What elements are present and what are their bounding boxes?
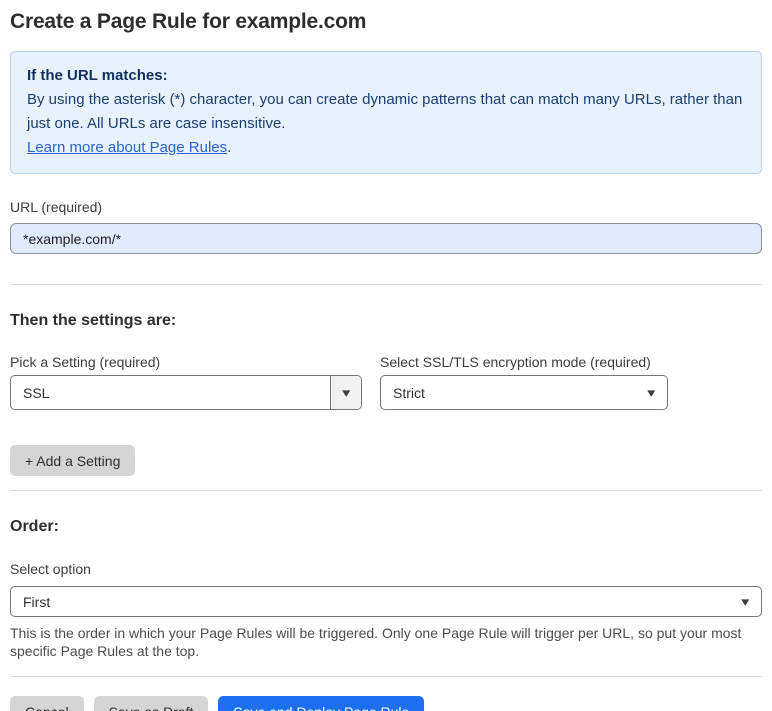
info-box-body: By using the asterisk (*) character, you… [27, 91, 743, 132]
link-suffix: . [227, 139, 232, 156]
ssl-mode-column: Select SSL/TLS encryption mode (required… [380, 330, 668, 410]
settings-row: Pick a Setting (required) SSL ▾ Select S… [10, 330, 762, 410]
ssl-mode-dropdown[interactable]: Strict ▾ [380, 375, 668, 410]
setting-picker-dropdown[interactable]: SSL ▾ [10, 375, 362, 410]
order-section-heading: Order: [10, 518, 59, 535]
order-dropdown[interactable]: First ▾ [10, 586, 762, 617]
chevron-down-icon: ▾ [341, 385, 351, 400]
order-value: First [23, 593, 51, 610]
order-help-text: This is the order in which your Page Rul… [10, 625, 742, 659]
save-and-deploy-button[interactable]: Save and Deploy Page Rule [218, 696, 425, 711]
setting-picker-value: SSL [23, 384, 50, 401]
ssl-mode-label: Select SSL/TLS encryption mode (required… [380, 354, 651, 370]
add-setting-button[interactable]: + Add a Setting [10, 445, 136, 476]
ssl-mode-value: Strict [393, 384, 425, 401]
divider [10, 284, 762, 285]
info-box-heading: If the URL matches: [27, 67, 168, 84]
info-link-line: Learn more about Page Rules. [27, 136, 745, 160]
url-input[interactable] [10, 223, 762, 254]
page-title: Create a Page Rule for example.com [10, 10, 367, 33]
setting-picker-label: Pick a Setting (required) [10, 354, 161, 370]
save-as-draft-button[interactable]: Save as Draft [93, 696, 209, 711]
dropdown-arrow-box: ▾ [330, 376, 361, 409]
cancel-button[interactable]: Cancel [10, 696, 84, 711]
chevron-down-icon: ▾ [647, 385, 656, 400]
create-page-rule-form: Create a Page Rule for example.com If th… [0, 0, 772, 711]
setting-picker-column: Pick a Setting (required) SSL ▾ [10, 330, 362, 410]
chevron-down-icon: ▾ [741, 594, 750, 609]
url-matches-info-box: If the URL matches: By using the asteris… [10, 51, 762, 174]
form-actions: Cancel Save as Draft Save and Deploy Pag… [10, 696, 762, 711]
divider [10, 676, 762, 677]
divider [10, 490, 762, 491]
settings-section-heading: Then the settings are: [10, 312, 177, 329]
url-field-label: URL (required) [10, 199, 103, 215]
learn-more-link[interactable]: Learn more about Page Rules [27, 139, 227, 156]
order-select-label: Select option [10, 561, 91, 577]
